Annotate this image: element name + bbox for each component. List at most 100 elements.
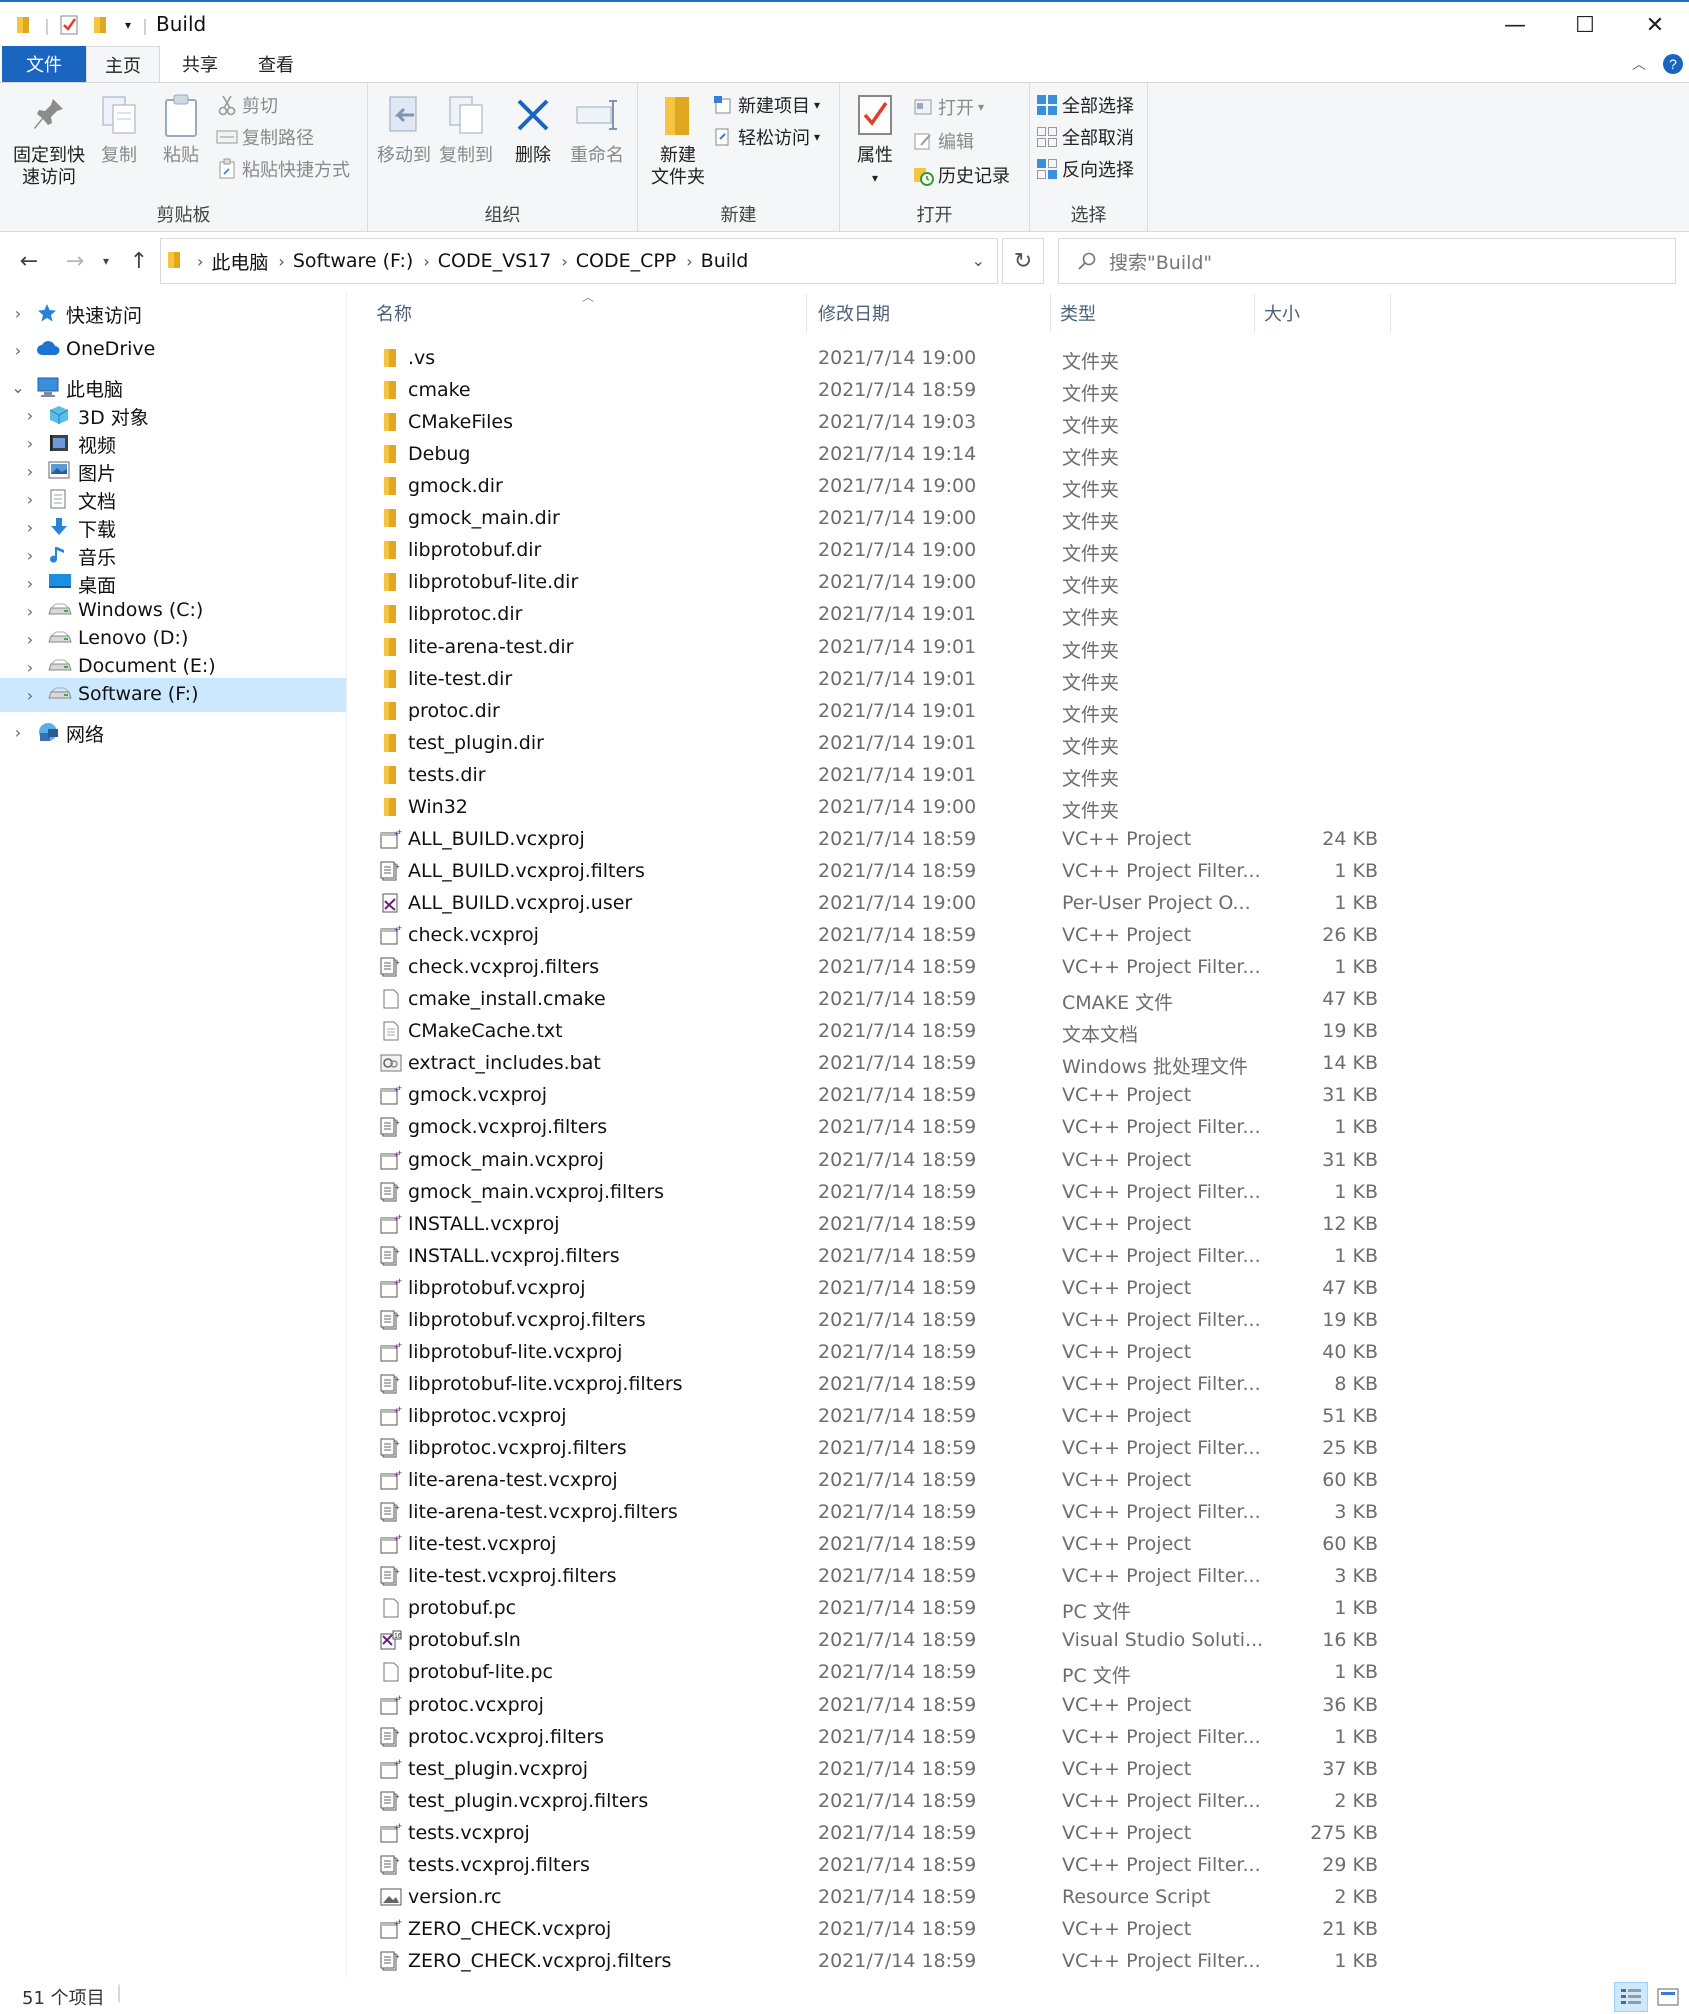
file-row[interactable]: gmock.dir 2021/7/14 19:00 文件夹 xyxy=(372,470,1392,502)
search-box[interactable]: 搜索"Build" xyxy=(1058,238,1676,284)
file-row[interactable]: + + INSTALL.vcxproj 2021/7/14 18:59 VC++ Pro… xyxy=(372,1208,1392,1240)
nav-item[interactable]: › Software (F:) xyxy=(0,678,346,712)
file-row[interactable]: gmock_main.dir 2021/7/14 19:00 文件夹 xyxy=(372,502,1392,534)
chevron-right-icon[interactable]: › xyxy=(20,686,40,705)
chevron-right-icon[interactable]: › xyxy=(8,304,28,323)
column-separator[interactable] xyxy=(806,294,807,332)
file-row[interactable]: + lite-arena-test.vcxproj.filters 2021/7/1… xyxy=(372,1496,1392,1528)
file-row[interactable]: + + test_plugin.vcxproj 2021/7/14 18:59 VC++… xyxy=(372,1753,1392,1785)
breadcrumb-build[interactable]: Build xyxy=(701,250,749,272)
file-row[interactable]: + libprotobuf.vcxproj.filters 2021/7/14 18… xyxy=(372,1304,1392,1336)
file-row[interactable]: libprotoc.dir 2021/7/14 19:01 文件夹 xyxy=(372,598,1392,630)
chevron-down-icon[interactable]: ⌄ xyxy=(8,378,28,397)
paste-shortcut-button[interactable]: 粘贴快捷方式 xyxy=(216,155,350,183)
file-row[interactable]: extract_includes.bat 2021/7/14 18:59 Windo… xyxy=(372,1047,1392,1079)
breadcrumb-separator-icon[interactable]: › xyxy=(278,252,284,271)
recent-locations-icon[interactable]: ▾ xyxy=(96,244,116,278)
column-separator[interactable] xyxy=(1254,294,1255,332)
file-row[interactable]: + lite-test.vcxproj.filters 2021/7/14 18:5… xyxy=(372,1560,1392,1592)
pin-quick-access-button[interactable]: 固定到快 速访问 xyxy=(10,91,88,189)
chevron-right-icon[interactable]: › xyxy=(20,518,40,537)
file-row[interactable]: + gmock_main.vcxproj.filters 2021/7/14 18:… xyxy=(372,1176,1392,1208)
file-row[interactable]: libprotobuf.dir 2021/7/14 19:00 文件夹 xyxy=(372,534,1392,566)
file-row[interactable]: protoc.dir 2021/7/14 19:01 文件夹 xyxy=(372,695,1392,727)
maximize-button[interactable]: ☐ xyxy=(1550,4,1620,46)
column-separator[interactable] xyxy=(1050,294,1051,332)
file-row[interactable]: CMakeCache.txt 2021/7/14 18:59 文本文档 19 KB xyxy=(372,1015,1392,1047)
open-button[interactable]: 打开 ▾ xyxy=(912,93,984,121)
file-row[interactable]: test_plugin.dir 2021/7/14 19:01 文件夹 xyxy=(372,727,1392,759)
file-row[interactable]: + + lite-arena-test.vcxproj 2021/7/14 18:59… xyxy=(372,1464,1392,1496)
file-row[interactable]: protobuf-lite.pc 2021/7/14 18:59 PC 文件 1 KB xyxy=(372,1656,1392,1688)
column-header-name[interactable]: 名称 xyxy=(376,294,816,332)
copy-to-button[interactable]: 复制到 xyxy=(436,91,496,167)
copy-path-button[interactable]: 复制路径 xyxy=(216,123,314,151)
file-row[interactable]: + ALL_BUILD.vcxproj.filters 2021/7/14 18:5… xyxy=(372,855,1392,887)
file-row[interactable]: + + libprotoc.vcxproj 2021/7/14 18:59 VC++ P… xyxy=(372,1400,1392,1432)
file-row[interactable]: + + libprotobuf.vcxproj 2021/7/14 18:59 VC++… xyxy=(372,1272,1392,1304)
tab-view[interactable]: 查看 xyxy=(240,46,312,82)
paste-button[interactable]: 粘贴 xyxy=(156,91,206,167)
file-row[interactable]: 16 protobuf.sln 2021/7/14 18:59 Visual Stud… xyxy=(372,1624,1392,1656)
file-row[interactable]: + + check.vcxproj 2021/7/14 18:59 VC++ Proje… xyxy=(372,919,1392,951)
new-item-button[interactable]: 新建项目 ▾ xyxy=(712,91,820,119)
file-row[interactable]: lite-test.dir 2021/7/14 19:01 文件夹 xyxy=(372,663,1392,695)
file-row[interactable]: + tests.vcxproj.filters 2021/7/14 18:59 VC+… xyxy=(372,1849,1392,1881)
breadcrumb-this-pc[interactable]: 此电脑 xyxy=(211,248,268,275)
column-header-type[interactable]: 类型 xyxy=(1060,294,1250,332)
breadcrumb-separator-icon[interactable]: › xyxy=(423,252,429,271)
pane-divider[interactable] xyxy=(346,292,347,1978)
file-row[interactable]: ALL_BUILD.vcxproj.user 2021/7/14 19:00 Per… xyxy=(372,887,1392,919)
chevron-right-icon[interactable]: › xyxy=(20,546,40,565)
file-row[interactable]: + + lite-test.vcxproj 2021/7/14 18:59 VC++ P… xyxy=(372,1528,1392,1560)
file-row[interactable]: + ZERO_CHECK.vcxproj.filters 2021/7/14 18:… xyxy=(372,1945,1392,1977)
delete-button[interactable]: 删除 xyxy=(508,91,558,167)
breadcrumb-separator-icon[interactable]: › xyxy=(561,252,567,271)
collapse-ribbon-icon[interactable]: ︿ xyxy=(1622,46,1656,82)
history-button[interactable]: 历史记录 xyxy=(912,161,1010,189)
chevron-right-icon[interactable]: › xyxy=(8,723,28,742)
column-header-date[interactable]: 修改日期 xyxy=(818,294,1048,332)
new-folder-button[interactable]: 新建 文件夹 xyxy=(646,91,710,189)
file-row[interactable]: CMakeFiles 2021/7/14 19:03 文件夹 xyxy=(372,406,1392,438)
close-button[interactable]: ✕ xyxy=(1620,4,1689,46)
rename-button[interactable]: 重命名 xyxy=(564,91,630,167)
nav-item[interactable]: › OneDrive xyxy=(0,333,346,367)
file-row[interactable]: + + tests.vcxproj 2021/7/14 18:59 VC++ Proje… xyxy=(372,1817,1392,1849)
properties-button[interactable]: 属性 ▾ xyxy=(850,91,900,189)
tab-share[interactable]: 共享 xyxy=(164,46,236,82)
file-row[interactable]: version.rc 2021/7/14 18:59 Resource Script… xyxy=(372,1881,1392,1913)
help-icon[interactable]: ? xyxy=(1658,46,1688,82)
chevron-right-icon[interactable]: › xyxy=(20,658,40,677)
file-row[interactable]: libprotobuf-lite.dir 2021/7/14 19:00 文件夹 xyxy=(372,566,1392,598)
file-row[interactable]: + + ZERO_CHECK.vcxproj 2021/7/14 18:59 VC++ … xyxy=(372,1913,1392,1945)
tab-file[interactable]: 文件 xyxy=(2,46,86,82)
breadcrumb-code-cpp[interactable]: CODE_CPP xyxy=(576,250,677,272)
file-row[interactable]: + INSTALL.vcxproj.filters 2021/7/14 18:59 V… xyxy=(372,1240,1392,1272)
nav-item[interactable]: › 快速访问 xyxy=(0,296,346,330)
edit-button[interactable]: 编辑 xyxy=(912,127,974,155)
nav-item[interactable]: › 网络 xyxy=(0,715,346,749)
file-row[interactable]: tests.dir 2021/7/14 19:01 文件夹 xyxy=(372,759,1392,791)
file-row[interactable]: + + gmock.vcxproj 2021/7/14 18:59 VC++ Proje… xyxy=(372,1079,1392,1111)
select-none-button[interactable]: 全部取消 xyxy=(1036,123,1134,151)
chevron-right-icon[interactable]: › xyxy=(20,490,40,509)
column-header-size[interactable]: 大小 xyxy=(1264,294,1384,332)
file-row[interactable]: + gmock.vcxproj.filters 2021/7/14 18:59 VC+… xyxy=(372,1111,1392,1143)
file-row[interactable]: + + protoc.vcxproj 2021/7/14 18:59 VC++ Proj… xyxy=(372,1689,1392,1721)
back-arrow-icon[interactable]: ← xyxy=(14,244,44,278)
file-row[interactable]: protobuf.pc 2021/7/14 18:59 PC 文件 1 KB xyxy=(372,1592,1392,1624)
file-row[interactable]: + + ALL_BUILD.vcxproj 2021/7/14 18:59 VC++ P… xyxy=(372,823,1392,855)
cut-button[interactable]: 剪切 xyxy=(216,91,278,119)
up-arrow-icon[interactable]: ↑ xyxy=(124,244,154,278)
file-row[interactable]: + libprotoc.vcxproj.filters 2021/7/14 18:5… xyxy=(372,1432,1392,1464)
chevron-right-icon[interactable]: › xyxy=(20,574,40,593)
breadcrumb-code-vs17[interactable]: CODE_VS17 xyxy=(438,250,552,272)
breadcrumb-separator-icon[interactable]: › xyxy=(686,252,692,271)
new-folder-quick-icon[interactable] xyxy=(88,12,114,38)
address-bar[interactable]: › 此电脑 › Software (F:) › CODE_VS17 › CODE… xyxy=(160,238,998,284)
properties-quick-icon[interactable] xyxy=(56,12,82,38)
file-row[interactable]: Debug 2021/7/14 19:14 文件夹 xyxy=(372,438,1392,470)
file-row[interactable]: + check.vcxproj.filters 2021/7/14 18:59 VC+… xyxy=(372,951,1392,983)
tab-home[interactable]: 主页 xyxy=(86,46,160,82)
